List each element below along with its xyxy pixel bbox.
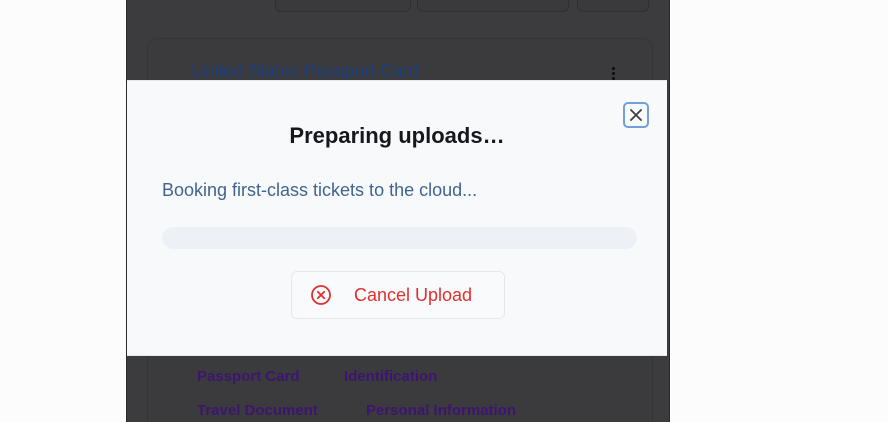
upload-progress-bar bbox=[162, 227, 637, 249]
background-toolbar-button bbox=[417, 0, 569, 12]
upload-modal: Preparing uploads… Booking first-class t… bbox=[127, 80, 667, 356]
x-circle-icon bbox=[311, 285, 331, 305]
close-button[interactable] bbox=[623, 102, 649, 128]
app-frame: United States Passport Card Passport Car… bbox=[126, 0, 670, 422]
cancel-upload-button[interactable]: Cancel Upload bbox=[291, 271, 505, 319]
close-icon bbox=[630, 109, 642, 121]
tag-label: Identification bbox=[344, 368, 438, 385]
more-options-icon bbox=[612, 67, 616, 81]
document-card-title: United States Passport Card bbox=[191, 61, 420, 81]
upload-status-text: Booking first-class tickets to the cloud… bbox=[162, 180, 478, 200]
cancel-upload-label: Cancel Upload bbox=[354, 284, 473, 305]
tag-label: Travel Document bbox=[197, 402, 318, 419]
modal-title: Preparing uploads… bbox=[289, 123, 505, 148]
tag-label: Passport Card bbox=[197, 368, 300, 385]
background-toolbar-button bbox=[275, 0, 411, 12]
background-toolbar-button bbox=[577, 0, 649, 12]
tag-label: Personal Information bbox=[366, 402, 517, 419]
